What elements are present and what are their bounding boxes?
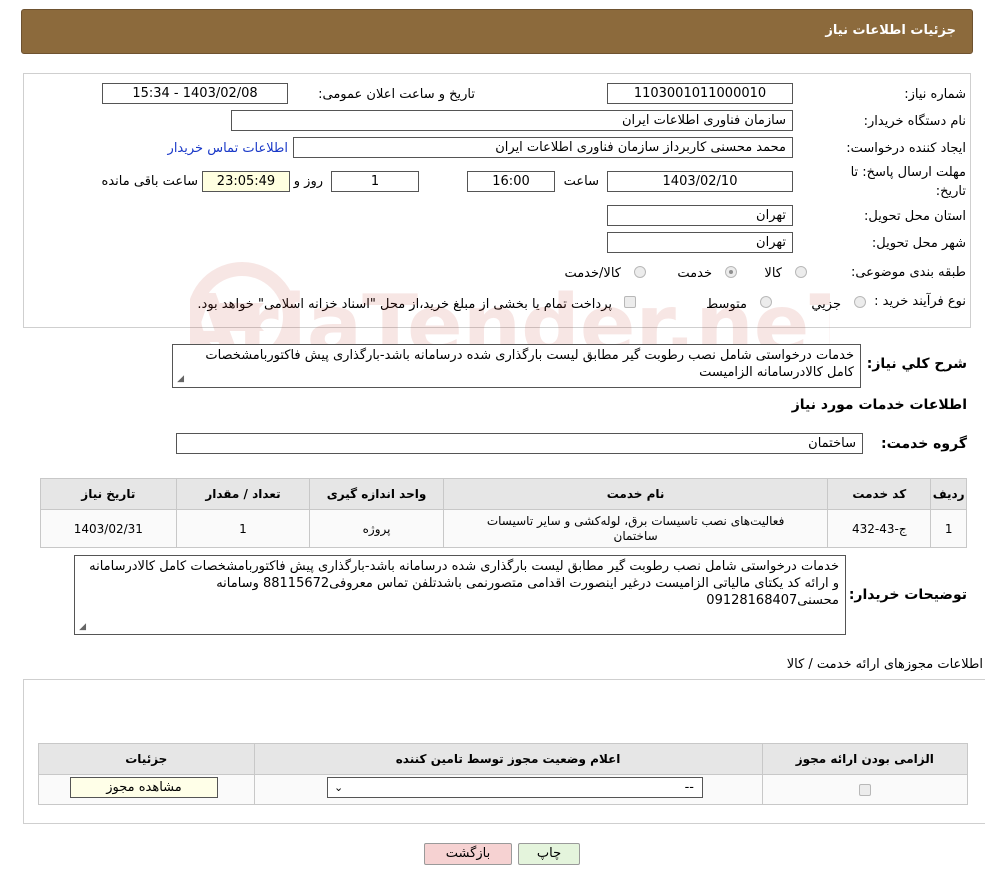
creator-field: محمد محسنی کاربرداز سازمان فناوری اطلاعا…: [293, 137, 793, 158]
buyer-org-field: سازمان فناوری اطلاعات ایران: [231, 110, 793, 131]
back-button[interactable]: بازگشت: [424, 843, 512, 865]
page-header: جزئیات اطلاعات نیاز: [21, 9, 973, 54]
col-index: رديف: [930, 478, 967, 510]
permit-required-checkbox: [858, 784, 871, 796]
buyer-org-label: نام دستگاه خریدار:: [863, 114, 966, 129]
col-qty: تعداد / مقدار: [175, 478, 311, 510]
province-label: استان محل تحویل:: [864, 209, 966, 224]
buyer-notes-text: خدمات درخواستی شامل نصب رطوبت گیر مطابق …: [89, 559, 839, 608]
province-field: تهران: [607, 205, 793, 226]
announce-date-field: 1403/02/08 - 15:34: [102, 83, 288, 104]
service-group-label: گروه خدمت:: [881, 436, 967, 452]
services-table-header: رديف کد خدمت نام خدمت واحد اندازه گیری ت…: [40, 478, 967, 510]
category-label: طبقه بندی موضوعی:: [850, 265, 966, 280]
deadline-label: مهلت ارسال پاسخ: تا: [850, 165, 966, 180]
view-permit-button[interactable]: مشاهده مجوز: [70, 777, 218, 798]
service-group-field: ساختمان: [176, 433, 863, 454]
buyer-notes-label: توضیحات خریدار:: [848, 587, 967, 603]
resize-handle-icon[interactable]: ◢: [176, 375, 184, 384]
col-permit-required: الزامی بودن ارائه مجوز: [761, 743, 969, 775]
col-name: نام خدمت: [442, 478, 829, 510]
purchase-type-label: نوع فرآیند خرید :: [874, 294, 966, 309]
deadline-label-date: تاریخ:: [935, 184, 966, 199]
col-date: تاریخ نیاز: [40, 478, 177, 510]
remaining-time-label: ساعت باقی مانده: [101, 174, 198, 189]
row-qty: 1: [175, 509, 311, 548]
row-unit: پروژه: [309, 509, 444, 548]
row-code: ج-43-432: [827, 509, 932, 548]
need-number-field: 1103001011000010: [607, 83, 793, 104]
permits-table-header: الزامی بودن ارائه مجوز اعلام وضعیت مجوز …: [38, 743, 969, 775]
creator-label: ایجاد کننده درخواست:: [846, 141, 966, 156]
page-title: جزئیات اطلاعات نیاز: [825, 23, 956, 38]
days-field: 1: [331, 171, 419, 192]
general-description-label: شرح كلي نياز:: [866, 356, 967, 372]
remaining-time-field: 23:05:49: [202, 171, 290, 192]
announce-date-label: تاریخ و ساعت اعلان عمومی:: [318, 87, 475, 102]
row-index: 1: [930, 509, 967, 548]
col-unit: واحد اندازه گیری: [309, 478, 444, 510]
permit-required-cell: [761, 774, 969, 805]
general-description-textarea[interactable]: خدمات درخواستی شامل نصب رطوبت گیر مطابق …: [172, 344, 861, 388]
row-name: فعالیت‌های نصب تاسیسات برق، لوله‌کشی و س…: [442, 509, 829, 548]
col-permit-status: اعلام وضعیت مجوز توسط تامین کننده: [253, 743, 763, 775]
permit-status-value: --: [684, 780, 694, 795]
col-code: کد خدمت: [827, 478, 932, 510]
services-table: رديف کد خدمت نام خدمت واحد اندازه گیری ت…: [40, 478, 967, 548]
chevron-down-icon: ⌄: [334, 781, 344, 794]
services-section-title: اطلاعات خدمات مورد نياز: [791, 397, 967, 413]
row-date: 1403/02/31: [40, 509, 177, 548]
deadline-time-field: 16:00: [467, 171, 555, 192]
table-row: 1 ج-43-432 فعالیت‌های نصب تاسیسات برق، ل…: [40, 509, 967, 548]
deadline-date-field: 1403/02/10: [607, 171, 793, 192]
permits-section-title: اطلاعات مجوزهای ارائه خدمت / کالا: [786, 657, 983, 672]
permit-status-select[interactable]: ⌄ --: [327, 777, 703, 798]
col-permit-details: جزئیات: [38, 743, 255, 775]
print-button[interactable]: چاپ: [518, 843, 580, 865]
city-label: شهر محل تحویل:: [871, 236, 966, 251]
general-description-text: خدمات درخواستی شامل نصب رطوبت گیر مطابق …: [205, 348, 854, 380]
days-label: روز و: [293, 174, 323, 189]
deadline-time-label: ساعت: [563, 174, 599, 189]
need-number-label: شماره نیاز:: [904, 87, 966, 102]
resize-handle-icon[interactable]: ◢: [78, 623, 86, 632]
buyer-notes-textarea[interactable]: خدمات درخواستی شامل نصب رطوبت گیر مطابق …: [74, 555, 846, 635]
buyer-contact-link[interactable]: اطلاعات تماس خریدار: [168, 141, 288, 156]
purchase-partial-radio[interactable]: [854, 296, 866, 308]
